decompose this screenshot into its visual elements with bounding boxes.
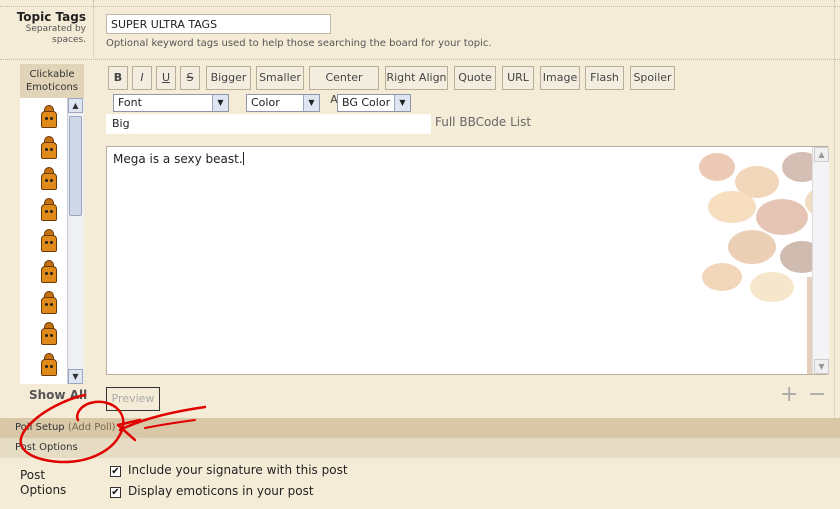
emoticons-header-line1: Clickable <box>29 69 75 80</box>
bgcolor-select[interactable]: BG Color ▼ <box>337 94 411 112</box>
hydrant-emoticon-2-icon[interactable] <box>38 135 60 159</box>
scroll-up-icon[interactable]: ▲ <box>68 98 83 113</box>
spoiler-button[interactable]: Spoiler <box>630 66 675 90</box>
color-select-value: Color <box>251 96 280 109</box>
hydrant-emoticon-7-icon[interactable] <box>38 290 60 314</box>
shrink-editor-icon[interactable]: − <box>808 382 826 407</box>
chevron-down-icon: ▼ <box>394 95 410 111</box>
emoticons-header: Clickable Emoticons <box>20 64 84 98</box>
scroll-up-icon[interactable]: ▲ <box>814 147 829 162</box>
text-caret <box>242 152 244 165</box>
divider <box>93 0 94 60</box>
divider <box>0 6 840 7</box>
emoticons-checkbox[interactable]: ✔ <box>110 487 121 498</box>
hydrant-emoticon-3-icon[interactable] <box>38 166 60 190</box>
color-select[interactable]: Color ▼ <box>246 94 320 112</box>
editor-background-art <box>699 152 827 374</box>
bgcolor-select-value: BG Color <box>342 96 391 109</box>
post-options-label-line2: Options <box>20 483 67 497</box>
smaller-button[interactable]: Smaller <box>256 66 304 90</box>
show-all-link[interactable]: Show All <box>29 388 87 402</box>
signature-checkbox[interactable]: ✔ <box>110 466 121 477</box>
editor-scrollbar[interactable]: ▲ ▼ <box>812 147 829 374</box>
flash-button[interactable]: Flash <box>585 66 624 90</box>
poll-setup-label: Poll Setup (Add Poll) <box>15 422 116 433</box>
divider <box>834 0 835 418</box>
right-align-button[interactable]: Right Align <box>385 66 448 90</box>
scroll-down-icon[interactable]: ▼ <box>68 369 83 384</box>
emoticon-scrollbar[interactable]: ▲ ▼ <box>67 98 84 384</box>
italic-button[interactable]: I <box>132 66 152 90</box>
preview-button[interactable]: Preview <box>106 387 160 411</box>
add-poll-link[interactable]: (Add Poll) <box>68 422 116 433</box>
bold-button[interactable]: B <box>108 66 128 90</box>
scroll-thumb[interactable] <box>69 116 82 216</box>
topic-tags-hint: Optional keyword tags used to help those… <box>106 38 492 49</box>
post-options-bar[interactable]: Post Options <box>0 438 840 458</box>
hydrant-emoticon-5-icon[interactable] <box>38 228 60 252</box>
post-options-heading: Post Options <box>15 442 78 453</box>
font-select[interactable]: Font ▼ <box>113 94 229 112</box>
bigger-button[interactable]: Bigger <box>206 66 251 90</box>
topic-tags-title: Topic Tags <box>16 10 86 24</box>
topic-tags-sublabel-2: spaces. <box>52 35 86 45</box>
chevron-down-icon: ▼ <box>303 95 319 111</box>
font-select-value: Font <box>118 96 142 109</box>
post-editor[interactable]: Mega is a sexy beast. <box>106 146 828 375</box>
topic-tags-sublabel: Separated by <box>25 24 86 34</box>
poll-setup-text: Poll Setup <box>15 422 65 433</box>
topic-tags-input[interactable] <box>106 14 331 34</box>
hydrant-emoticon-6-icon[interactable] <box>38 259 60 283</box>
expand-editor-icon[interactable]: + <box>780 382 798 407</box>
hydrant-emoticon-8-icon[interactable] <box>38 321 60 345</box>
emoticons-header-line2: Emoticons <box>25 82 79 93</box>
image-button[interactable]: Image <box>540 66 580 90</box>
editor-content: Mega is a sexy beast. <box>113 152 244 166</box>
scroll-down-icon[interactable]: ▼ <box>814 359 829 374</box>
emoticons-option-label: Display emoticons in your post <box>128 484 314 498</box>
hydrant-emoticon-9-icon[interactable] <box>38 352 60 376</box>
signature-option-label: Include your signature with this post <box>128 463 348 477</box>
chevron-down-icon: ▼ <box>212 95 228 111</box>
post-options-label: Post Options <box>20 468 66 498</box>
topic-tags-label: Topic Tags Separated by spaces. <box>0 10 86 46</box>
editor-text: Mega is a sexy beast. <box>113 152 243 166</box>
strike-button[interactable]: S <box>180 66 200 90</box>
center-align-button[interactable]: Center Align <box>309 66 379 106</box>
hydrant-emoticon-1-icon[interactable] <box>38 104 60 128</box>
url-button[interactable]: URL <box>502 66 534 90</box>
font-size-field[interactable]: Big <box>106 114 431 134</box>
hydrant-emoticon-4-icon[interactable] <box>38 197 60 221</box>
post-options-label-line1: Post <box>20 468 46 482</box>
divider <box>0 59 840 60</box>
poll-setup-bar[interactable]: Poll Setup (Add Poll) <box>0 418 840 438</box>
full-bbcode-link[interactable]: Full BBCode List <box>435 115 531 129</box>
quote-button[interactable]: Quote <box>454 66 496 90</box>
underline-button[interactable]: U <box>156 66 176 90</box>
